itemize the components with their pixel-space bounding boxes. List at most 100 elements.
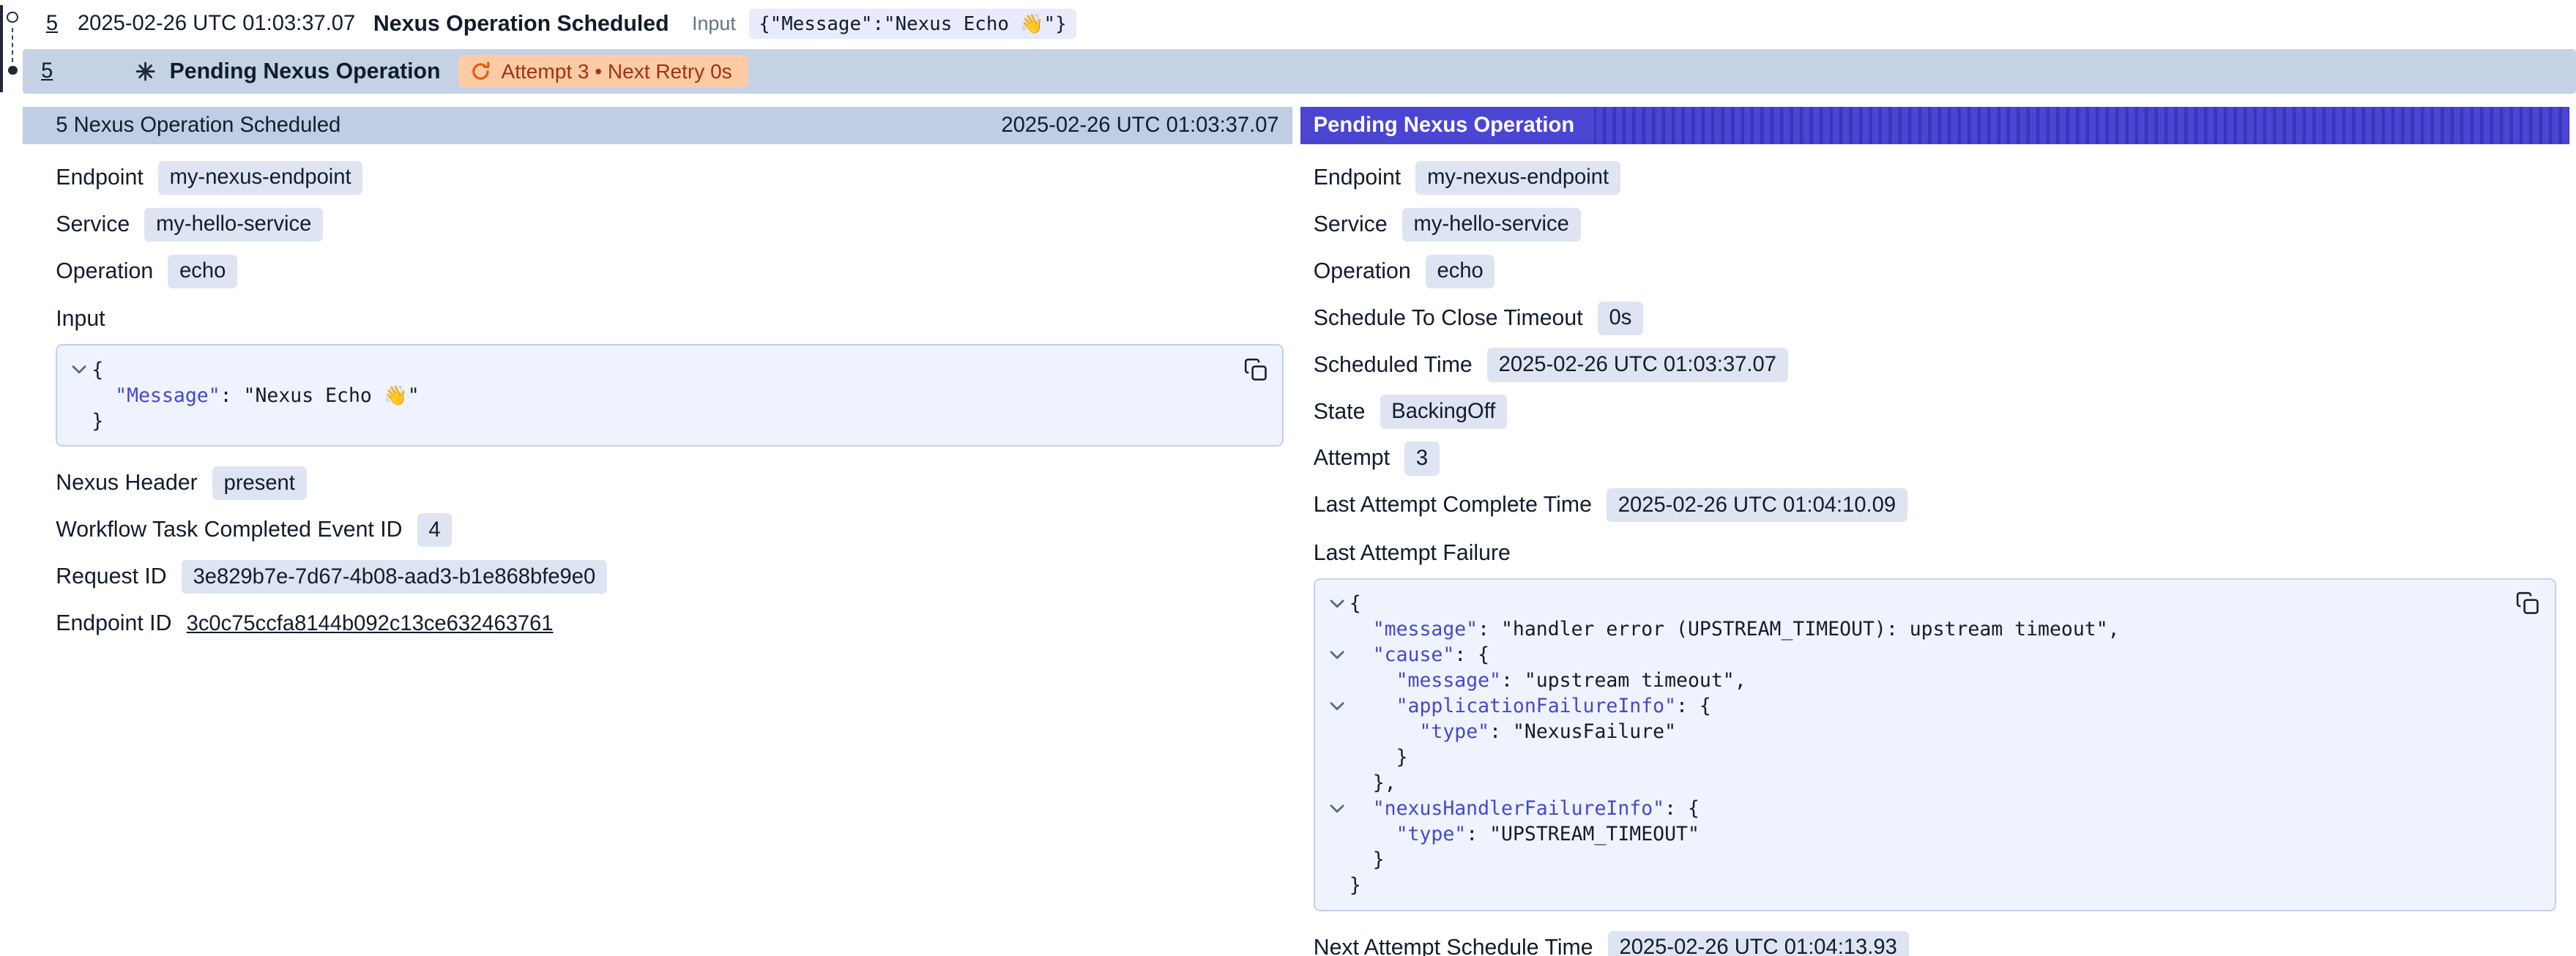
attempt-retry-text: Attempt 3 • Next Retry 0s bbox=[502, 60, 732, 83]
json-string: "UPSTREAM_TIMEOUT" bbox=[1489, 823, 1700, 845]
collapse-gutter bbox=[1325, 591, 1350, 616]
input-value-chip: {"Message":"Nexus Echo 👋"} bbox=[749, 9, 1076, 39]
json-punctuation: , bbox=[2108, 618, 2120, 641]
json-string: "handler error (UPSTREAM_TIMEOUT): upstr… bbox=[1501, 618, 2108, 641]
collapse-gutter bbox=[1325, 668, 1350, 693]
json-key: "type" bbox=[1419, 720, 1489, 743]
json-punctuation bbox=[1350, 618, 1373, 641]
json-punctuation bbox=[1350, 797, 1373, 820]
field-row-endpoint-id: Endpoint ID3c0c75ccfa8144b092c13ce632463… bbox=[56, 600, 1284, 647]
chevron-down-icon[interactable] bbox=[1330, 701, 1344, 711]
field-row-endpoint: Endpointmy-nexus-endpoint bbox=[1314, 154, 2556, 201]
pending-operation-title: Pending Nexus Operation bbox=[170, 59, 441, 84]
json-line: } bbox=[1325, 847, 2538, 873]
collapse-gutter bbox=[1325, 719, 1350, 744]
field-label-endpoint: Endpoint bbox=[1314, 165, 1401, 190]
json-punctuation: : bbox=[220, 384, 244, 407]
json-line: "message": "upstream timeout", bbox=[1325, 668, 2538, 693]
field-link-endpoint-id[interactable]: 3c0c75ccfa8144b092c13ce632463761 bbox=[187, 612, 554, 636]
event-id-link[interactable]: 5 bbox=[41, 59, 53, 83]
field-label-endpoint: Endpoint bbox=[56, 165, 143, 190]
json-line-text: "message": "upstream timeout", bbox=[1350, 668, 1746, 693]
collapse-gutter bbox=[1325, 616, 1350, 642]
json-line: "Message": "Nexus Echo 👋" bbox=[67, 383, 1266, 408]
json-line: "type": "NexusFailure" bbox=[1325, 719, 2538, 744]
field-value-workflow-task-completed-event-id: 4 bbox=[417, 513, 453, 547]
json-punctuation bbox=[92, 384, 115, 407]
timeline-dashed-connector bbox=[12, 28, 13, 62]
json-line: "applicationFailureInfo": { bbox=[1325, 693, 2538, 719]
collapse-gutter bbox=[1325, 847, 1350, 873]
json-key: "cause" bbox=[1373, 643, 1455, 666]
timeline-dot-marker bbox=[8, 66, 17, 75]
pending-panel-title: Pending Nexus Operation bbox=[1300, 107, 1594, 145]
field-row-operation: Operationecho bbox=[56, 248, 1284, 295]
collapse-gutter bbox=[1325, 821, 1350, 847]
json-punctuation bbox=[1350, 823, 1396, 845]
collapse-gutter bbox=[1325, 770, 1350, 796]
field-row-last-attempt-complete-time: Last Attempt Complete Time2025-02-26 UTC… bbox=[1314, 482, 2556, 529]
copy-button[interactable] bbox=[2515, 591, 2540, 616]
event-detail-split: 5 Nexus Operation Scheduled 2025-02-26 U… bbox=[23, 107, 2569, 956]
field-label-workflow-task-completed-event-id: Workflow Task Completed Event ID bbox=[56, 518, 402, 542]
field-row-workflow-task-completed-event-id: Workflow Task Completed Event ID 4 bbox=[56, 507, 1284, 553]
json-punctuation: } bbox=[1350, 874, 1361, 897]
field-value-endpoint: my-nexus-endpoint bbox=[158, 161, 362, 195]
field-value-nexus-header: present bbox=[212, 466, 307, 500]
json-punctuation bbox=[1350, 643, 1373, 666]
json-punctuation: : bbox=[1501, 669, 1525, 692]
json-line: { bbox=[67, 357, 1266, 383]
event-rows: 5 2025-02-26 UTC 01:03:37.07 Nexus Opera… bbox=[23, 0, 2576, 94]
scheduled-event-panel: 5 Nexus Operation Scheduled 2025-02-26 U… bbox=[23, 107, 1292, 647]
json-punctuation: : bbox=[1466, 823, 1489, 845]
json-punctuation: : { bbox=[1664, 797, 1700, 820]
attempt-retry-badge: Attempt 3 • Next Retry 0s bbox=[458, 55, 748, 88]
collapse-gutter bbox=[1325, 744, 1350, 770]
field-label-next-attempt-schedule-time: Next Attempt Schedule Time bbox=[1314, 936, 1593, 956]
pending-panel-fields: Endpointmy-nexus-endpointServicemy-hello… bbox=[1300, 144, 2569, 955]
chevron-down-icon[interactable] bbox=[72, 365, 86, 374]
collapse-gutter bbox=[67, 383, 92, 408]
copy-button[interactable] bbox=[1243, 357, 1268, 382]
json-punctuation: : bbox=[1478, 618, 1501, 641]
chevron-down-icon[interactable] bbox=[1330, 804, 1344, 813]
event-title: Nexus Operation Scheduled bbox=[373, 12, 669, 37]
event-id-link[interactable]: 5 bbox=[46, 12, 58, 36]
json-line-text: "cause": { bbox=[1350, 642, 1489, 668]
field-label-operation: Operation bbox=[56, 259, 153, 284]
json-line-text: "Message": "Nexus Echo 👋" bbox=[92, 383, 419, 408]
json-punctuation: }, bbox=[1350, 772, 1396, 794]
copy-icon bbox=[1243, 357, 1268, 382]
chevron-down-icon[interactable] bbox=[1330, 650, 1344, 660]
collapse-gutter bbox=[1325, 642, 1350, 668]
json-line-text: "nexusHandlerFailureInfo": { bbox=[1350, 796, 1700, 821]
event-row-scheduled[interactable]: 5 2025-02-26 UTC 01:03:37.07 Nexus Opera… bbox=[23, 0, 2576, 48]
json-punctuation bbox=[1350, 720, 1420, 743]
input-label: Input bbox=[692, 12, 736, 35]
field-label-last-attempt-failure: Last Attempt Failure bbox=[1314, 541, 1511, 566]
pending-operation-panel: Pending Nexus Operation Endpointmy-nexus… bbox=[1300, 107, 2569, 956]
field-value-schedule-to-close-timeout: 0s bbox=[1598, 302, 1643, 335]
json-line-text: "type": "UPSTREAM_TIMEOUT" bbox=[1350, 821, 1700, 847]
json-line: "type": "UPSTREAM_TIMEOUT" bbox=[1325, 821, 2538, 847]
field-label-operation: Operation bbox=[1314, 259, 1411, 284]
chevron-down-icon[interactable] bbox=[1330, 599, 1344, 608]
field-value-last-attempt-complete-time: 2025-02-26 UTC 01:04:10.09 bbox=[1607, 488, 1907, 522]
collapse-gutter bbox=[67, 357, 92, 383]
field-value-state: BackingOff bbox=[1380, 395, 1508, 428]
json-line: } bbox=[1325, 873, 2538, 898]
field-row-request-id: Request ID3e829b7e-7d67-4b08-aad3-b1e868… bbox=[56, 553, 1284, 600]
json-line: } bbox=[1325, 744, 2538, 770]
json-punctuation: } bbox=[1350, 746, 1408, 769]
field-row-service: Servicemy-hello-service bbox=[56, 201, 1284, 248]
json-punctuation bbox=[1350, 669, 1396, 692]
json-line: "cause": { bbox=[1325, 642, 2538, 668]
scheduled-panel-fields: Endpoint my-nexus-endpoint Servicemy-hello… bbox=[23, 144, 1292, 647]
json-punctuation: , bbox=[1735, 669, 1746, 692]
collapse-gutter bbox=[1325, 873, 1350, 898]
field-row-attempt: Attempt3 bbox=[1314, 435, 2556, 482]
json-line: "nexusHandlerFailureInfo": { bbox=[1325, 796, 2538, 821]
pending-operation-row[interactable]: 5 Pending Nexus Operation Attempt bbox=[23, 49, 2576, 94]
collapse-gutter bbox=[1325, 796, 1350, 821]
field-value-operation: echo bbox=[1426, 255, 1495, 288]
